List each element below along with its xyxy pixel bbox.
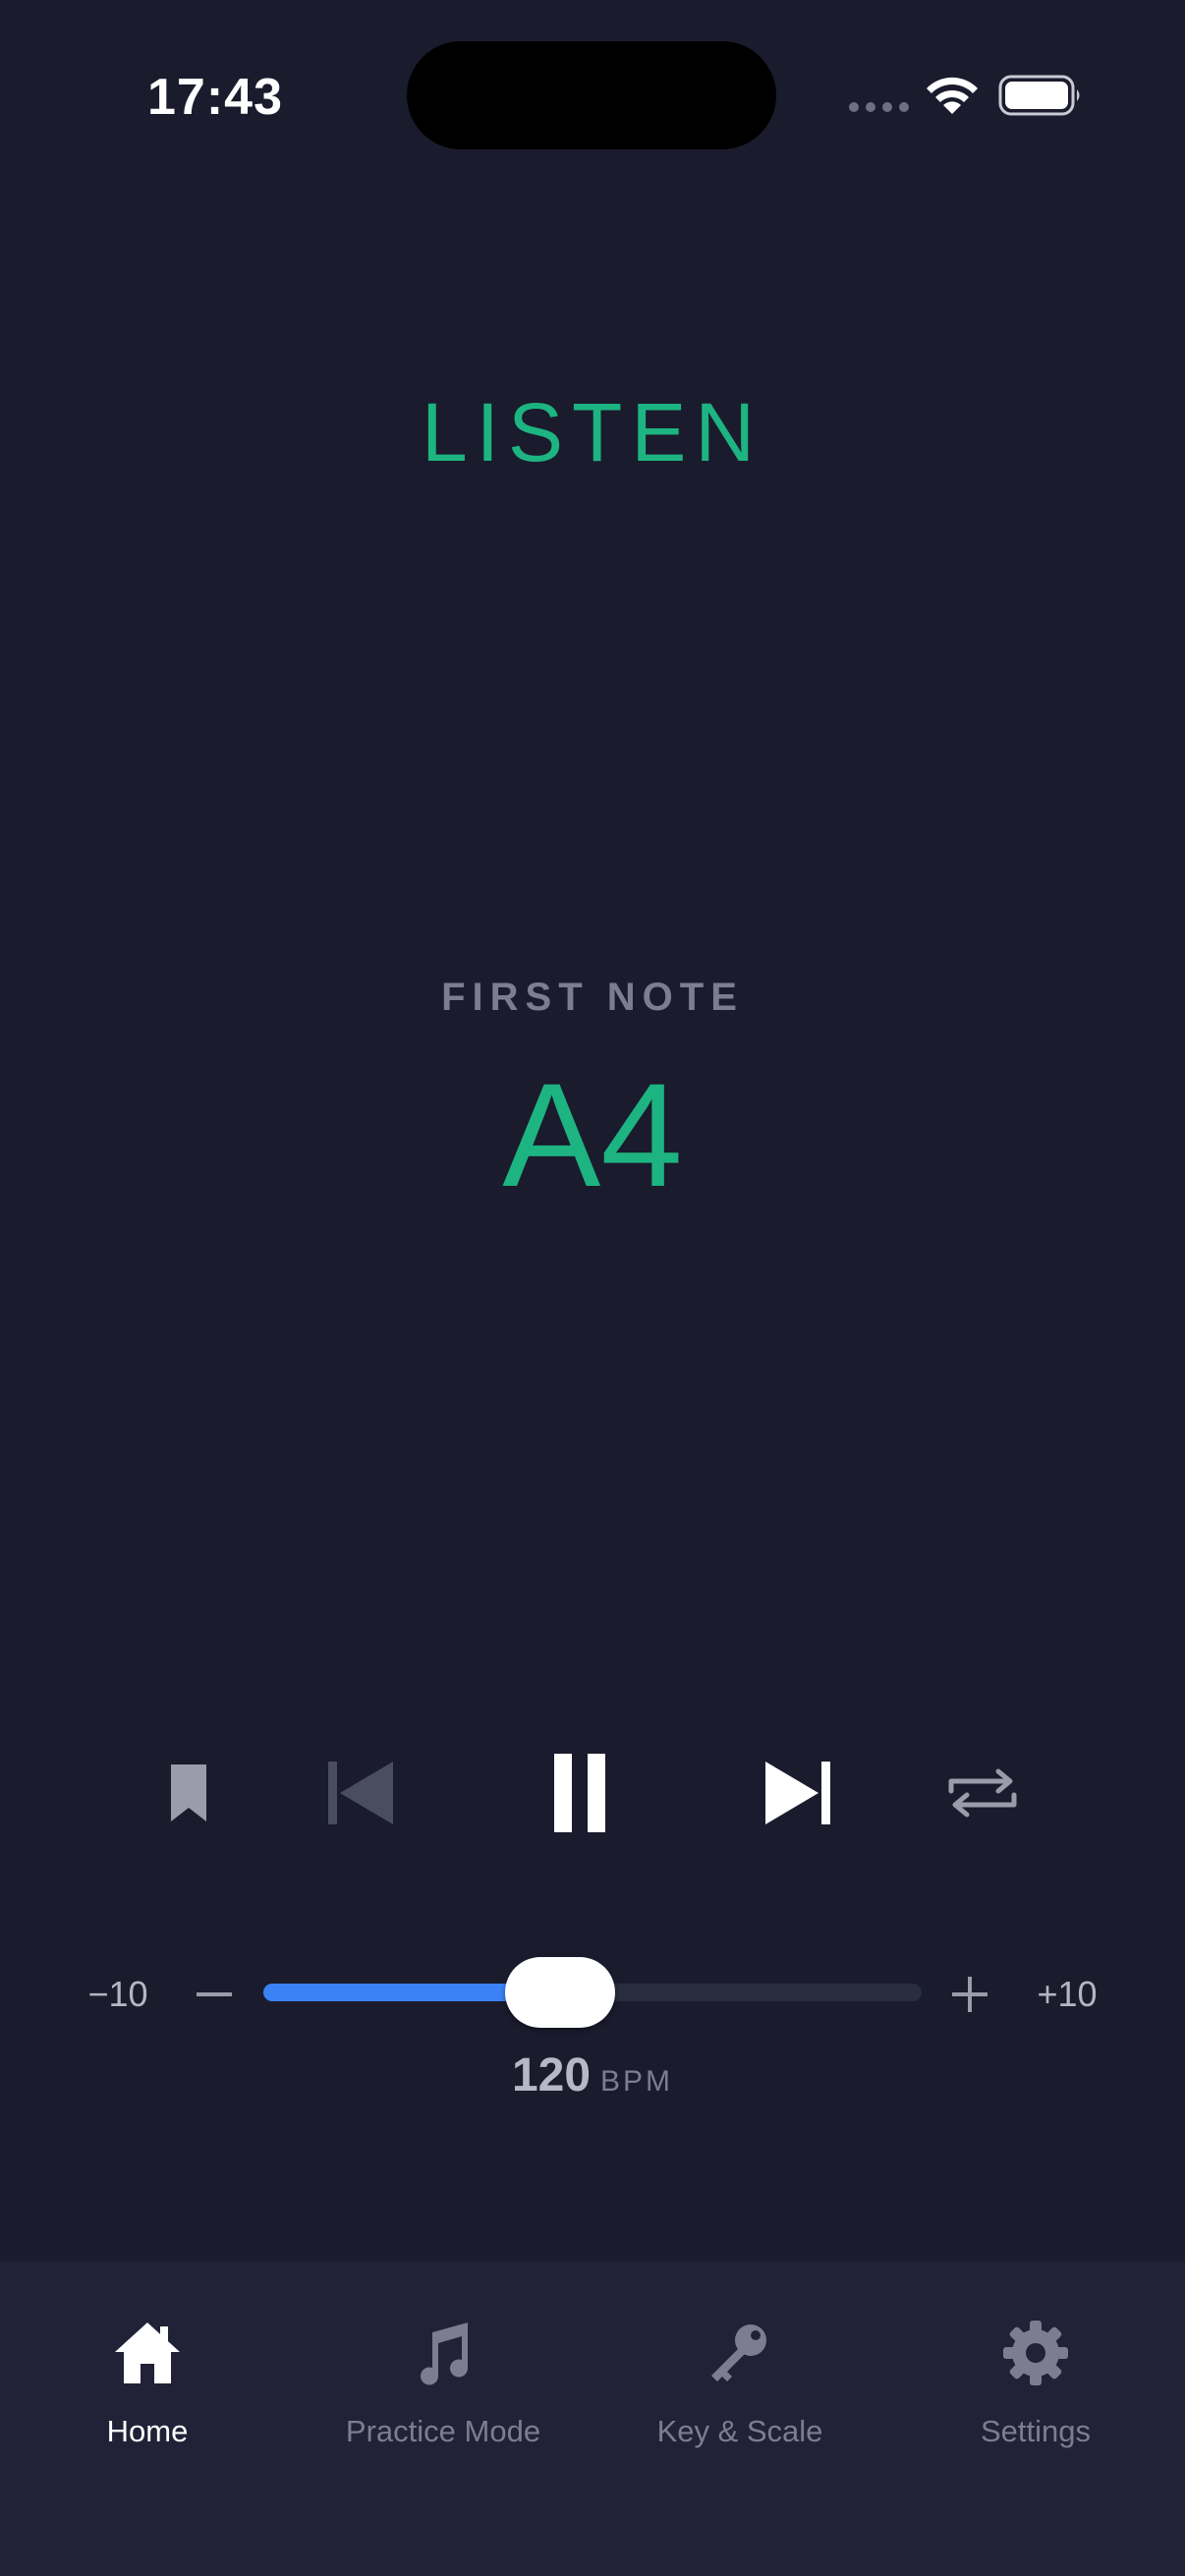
bpm-readout: 120 BPM	[0, 2042, 1185, 2110]
repeat-button[interactable]	[945, 1764, 1020, 1822]
first-note-value: A4	[502, 1052, 683, 1217]
tab-practice-mode-label: Practice Mode	[345, 2414, 541, 2448]
mode-title: LISTEN	[421, 386, 764, 478]
tab-key-scale[interactable]: Key & Scale	[592, 2319, 887, 2456]
tempo-min-label: −10	[87, 1974, 148, 2014]
pause-button[interactable]	[538, 1744, 621, 1842]
music-note-icon	[421, 2323, 469, 2385]
tempo-decrease-button[interactable]	[193, 1965, 236, 2024]
skip-previous-icon	[328, 1762, 393, 1824]
tab-settings-label: Settings	[980, 2414, 1091, 2448]
plus-icon	[952, 1977, 988, 2012]
gear-icon	[1003, 2321, 1068, 2385]
repeat-icon	[948, 1768, 1017, 1818]
house-icon	[115, 2323, 180, 2383]
first-note-label: FIRST NOTE	[441, 976, 744, 1019]
skip-next-icon	[765, 1762, 830, 1824]
cellular-signal-icon	[849, 102, 909, 112]
tab-settings[interactable]: Settings	[888, 2319, 1183, 2456]
tempo-max-label: +10	[1037, 1974, 1098, 2014]
key-icon	[711, 2324, 766, 2381]
minus-icon	[197, 1992, 232, 1996]
previous-button[interactable]	[324, 1754, 397, 1832]
bookmark-icon	[171, 1764, 206, 1821]
dynamic-island	[407, 41, 776, 149]
tab-practice-mode[interactable]: Practice Mode	[296, 2319, 591, 2456]
tab-home-label: Home	[106, 2414, 189, 2448]
bookmark-button[interactable]	[157, 1759, 220, 1827]
bpm-unit: BPM	[600, 2065, 674, 2098]
status-time: 17:43	[147, 69, 283, 126]
next-button[interactable]	[762, 1754, 834, 1832]
tempo-slider-thumb[interactable]	[504, 1957, 615, 2028]
tab-home[interactable]: Home	[0, 2319, 295, 2456]
wifi-icon	[927, 77, 978, 114]
pause-icon	[554, 1754, 605, 1832]
tempo-increase-button[interactable]	[947, 1965, 992, 2024]
tab-key-scale-label: Key & Scale	[656, 2414, 823, 2448]
battery-icon	[998, 75, 1080, 116]
bpm-value: 120	[511, 2049, 592, 2101]
